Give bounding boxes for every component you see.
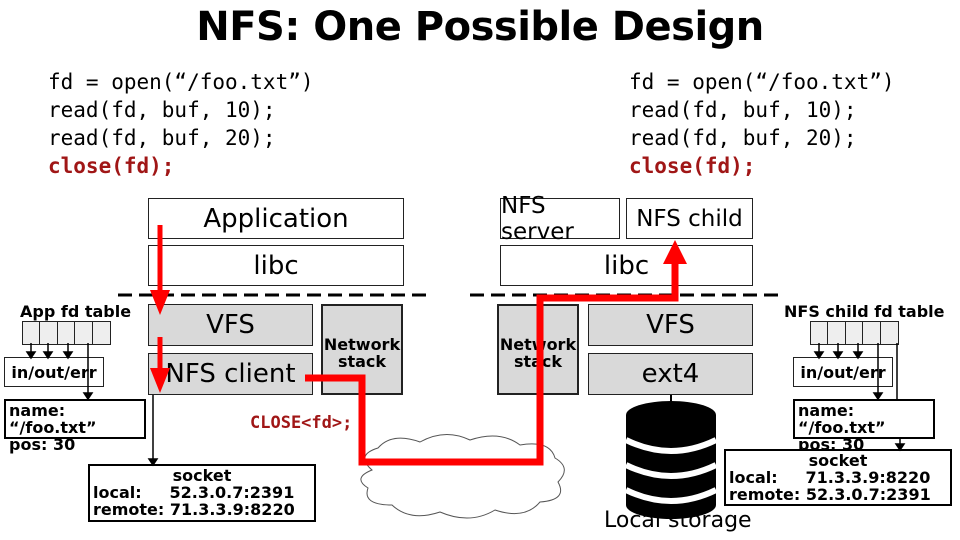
- client-network-stack: Network stack: [321, 304, 403, 395]
- server-code: fd = open(“/foo.txt”) read(fd, buf, 10); r…: [629, 70, 895, 178]
- client-vfs-box: VFS: [148, 304, 313, 346]
- client-libc-box: libc: [148, 245, 404, 286]
- ext4-box: ext4: [588, 353, 753, 395]
- local-storage-label: Local storage: [604, 508, 752, 533]
- nfs-child-fd-table: [809, 321, 899, 345]
- server-file-entry: name: “/foo.txt” pos: 30: [793, 399, 935, 453]
- close-message: CLOSE<fd>;: [250, 413, 353, 433]
- application-box: Application: [148, 198, 404, 239]
- app-fd-table-label: App fd table: [20, 302, 132, 321]
- nfs-child-box: NFS child: [626, 198, 753, 239]
- client-stdio-entry: in/out/err: [4, 357, 104, 387]
- client-code: fd = open(“/foo.txt”) read(fd, buf, 10); r…: [48, 70, 314, 178]
- server-socket-entry: socket local: 71.3.3.9:8220 remote: 52.3.0…: [724, 449, 952, 506]
- client-socket-entry: socket local: 52.3.0.7:2391 remote: 71.3.3…: [88, 464, 316, 522]
- client-file-entry: name: “/foo.txt” pos: 30: [4, 399, 146, 453]
- app-fd-table: [21, 321, 111, 345]
- nfs-server-box: NFS server: [500, 193, 620, 245]
- network-label: Network: [406, 470, 507, 498]
- local-storage-icon: [624, 395, 718, 519]
- slide-title: NFS: One Possible Design: [196, 4, 764, 50]
- server-network-stack: Network stack: [497, 304, 579, 395]
- nfs-client-box: NFS client: [148, 353, 313, 395]
- nfs-child-fd-table-label: NFS child fd table: [784, 302, 945, 321]
- server-vfs-box: VFS: [588, 304, 753, 346]
- server-libc-box: libc: [500, 245, 753, 286]
- server-stdio-entry: in/out/err: [793, 357, 893, 387]
